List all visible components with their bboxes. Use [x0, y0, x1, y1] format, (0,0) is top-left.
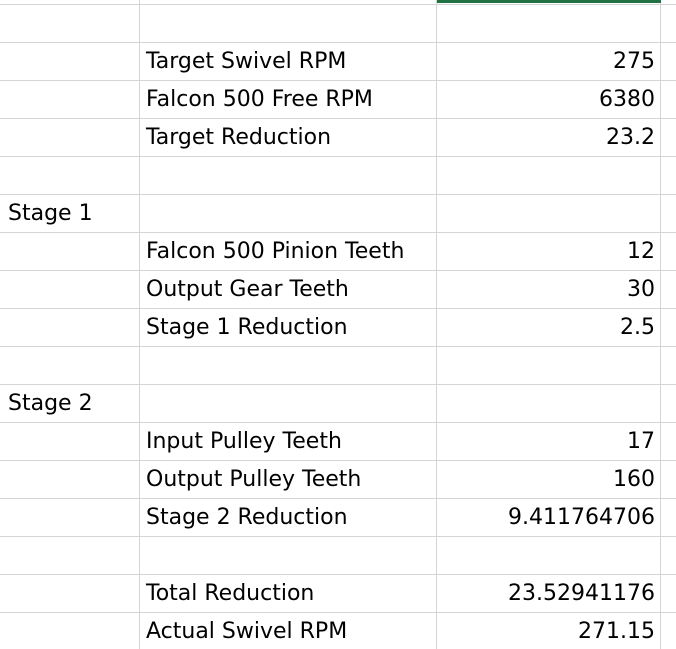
cell-b[interactable]: Output Gear Teeth: [140, 271, 437, 308]
cell-b[interactable]: [140, 347, 437, 384]
cell-a[interactable]: Stage 1: [0, 195, 140, 232]
cell-d[interactable]: [661, 157, 676, 194]
cell-d[interactable]: [661, 423, 676, 460]
cell-d[interactable]: [661, 81, 676, 118]
cell-c[interactable]: 23.2: [437, 119, 661, 156]
cell-c[interactable]: [437, 195, 661, 232]
table-row: [0, 347, 676, 385]
table-row: [0, 537, 676, 575]
cell-a[interactable]: [0, 119, 140, 156]
cell-b[interactable]: Output Pulley Teeth: [140, 461, 437, 498]
cell-b[interactable]: Falcon 500 Free RPM: [140, 81, 437, 118]
cell-b[interactable]: [140, 385, 437, 422]
cell-d[interactable]: [661, 309, 676, 346]
cell-b[interactable]: Stage 2 Reduction: [140, 499, 437, 536]
cell-d[interactable]: [661, 347, 676, 384]
cell-a[interactable]: [0, 499, 140, 536]
cell-d[interactable]: [661, 613, 676, 649]
cell-d[interactable]: [661, 537, 676, 574]
cell-a[interactable]: [0, 43, 140, 80]
cell-c[interactable]: 275: [437, 43, 661, 80]
spreadsheet-grid: Target Swivel RPM 275 Falcon 500 Free RP…: [0, 0, 676, 649]
cell-b[interactable]: Actual Swivel RPM: [140, 613, 437, 649]
table-row: Output Pulley Teeth 160: [0, 461, 676, 499]
cell-a[interactable]: [0, 575, 140, 612]
cell-d[interactable]: [661, 575, 676, 612]
table-row: Falcon 500 Free RPM 6380: [0, 81, 676, 119]
cell-a[interactable]: [0, 81, 140, 118]
cell-c[interactable]: 6380: [437, 81, 661, 118]
table-row: [0, 157, 676, 195]
cell-d[interactable]: [661, 233, 676, 270]
table-row: [0, 5, 676, 43]
cell-d[interactable]: [661, 195, 676, 232]
cell-a[interactable]: Stage 2: [0, 385, 140, 422]
cell-c[interactable]: 17: [437, 423, 661, 460]
cell-d[interactable]: [661, 119, 676, 156]
cell-b[interactable]: Input Pulley Teeth: [140, 423, 437, 460]
cell-c[interactable]: 2.5: [437, 309, 661, 346]
table-row: Target Swivel RPM 275: [0, 43, 676, 81]
cell-b[interactable]: Falcon 500 Pinion Teeth: [140, 233, 437, 270]
table-row: Input Pulley Teeth 17: [0, 423, 676, 461]
cell-c[interactable]: 160: [437, 461, 661, 498]
cell-d[interactable]: [661, 5, 676, 42]
cell-a[interactable]: [0, 613, 140, 649]
cell-b[interactable]: Total Reduction: [140, 575, 437, 612]
cell-a[interactable]: [0, 537, 140, 574]
table-row: Stage 1 Reduction 2.5: [0, 309, 676, 347]
cell-c[interactable]: [437, 537, 661, 574]
cell-b[interactable]: [140, 5, 437, 42]
cell-a[interactable]: [0, 157, 140, 194]
cell-b[interactable]: Stage 1 Reduction: [140, 309, 437, 346]
cell-a[interactable]: [0, 5, 140, 42]
cell-c[interactable]: 30: [437, 271, 661, 308]
cell-b[interactable]: [140, 157, 437, 194]
table-row: Output Gear Teeth 30: [0, 271, 676, 309]
cell[interactable]: [0, 0, 140, 4]
table-row: Stage 1: [0, 195, 676, 233]
cell-b[interactable]: [140, 537, 437, 574]
cell-b[interactable]: Target Reduction: [140, 119, 437, 156]
cell-d[interactable]: [661, 499, 676, 536]
cell-c[interactable]: 9.411764706: [437, 499, 661, 536]
cell-b[interactable]: [140, 195, 437, 232]
cell-c[interactable]: [437, 5, 661, 42]
cell-d[interactable]: [661, 43, 676, 80]
cell-b[interactable]: Target Swivel RPM: [140, 43, 437, 80]
cell-a[interactable]: [0, 271, 140, 308]
cell[interactable]: [661, 0, 676, 4]
table-row: Stage 2 Reduction 9.411764706: [0, 499, 676, 537]
cell-c[interactable]: 23.52941176: [437, 575, 661, 612]
table-row: Stage 2: [0, 385, 676, 423]
table-row: Target Reduction 23.2: [0, 119, 676, 157]
cell-a[interactable]: [0, 461, 140, 498]
cell-c[interactable]: 271.15: [437, 613, 661, 649]
table-row: Falcon 500 Pinion Teeth 12: [0, 233, 676, 271]
cell-c[interactable]: [437, 157, 661, 194]
cell-c[interactable]: [437, 347, 661, 384]
table-row: Total Reduction 23.52941176: [0, 575, 676, 613]
cell-d[interactable]: [661, 461, 676, 498]
table-row: Actual Swivel RPM 271.15: [0, 613, 676, 649]
cell-a[interactable]: [0, 233, 140, 270]
cell-c[interactable]: [437, 385, 661, 422]
cell-d[interactable]: [661, 385, 676, 422]
cell-c[interactable]: 12: [437, 233, 661, 270]
cell[interactable]: [140, 0, 437, 4]
cell-a[interactable]: [0, 309, 140, 346]
cell-a[interactable]: [0, 347, 140, 384]
cell-a[interactable]: [0, 423, 140, 460]
cell-d[interactable]: [661, 271, 676, 308]
selected-cell-border: [437, 0, 661, 3]
